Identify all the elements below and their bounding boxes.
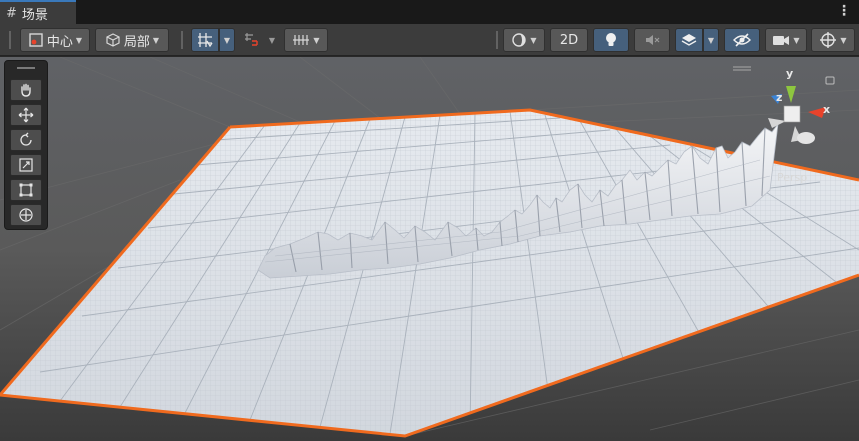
grid-snap-icon [198,33,213,48]
toolbar-grip [9,31,11,49]
chevron-down-icon: ▼ [313,35,320,45]
tab-scene-label: 场景 [21,7,48,23]
transform-tool-icon [19,208,33,222]
pivot-rotation-label: 局部 [123,34,150,50]
effects-layers-icon [681,34,697,46]
rect-tool-button[interactable] [10,179,42,201]
effects-dropdown[interactable]: ▼ [703,28,719,52]
grid-snapping-dropdown[interactable]: ▼ [219,28,235,52]
chevron-down-icon: ▼ [152,35,160,45]
increment-snap-dropdown[interactable]: ▼ [264,28,280,52]
gizmo-x-label: x [823,103,831,116]
chevron-down-icon: ▼ [840,35,847,45]
overlay-grip-icon[interactable] [730,63,754,71]
scene-window: # 场景 ⋮ 中心 ▼ 局部 ▼ ▼ ▼ ▼ ▼ 2D ▼ ▼ ▼ y z x … [0,0,859,441]
cube-icon [106,33,120,47]
hand-tool-icon [21,83,31,97]
audio-muted-icon [646,35,660,45]
more-menu-icon[interactable]: ⋮ [837,3,851,19]
rotate-tool-icon [20,132,32,146]
rect-tool-icon [19,183,33,197]
pivot-mode-dropdown[interactable]: 中心 ▼ [20,28,90,52]
toolbar-grip [496,31,498,49]
shading-mode-icon [512,33,527,47]
grid-icon: # [6,5,17,21]
scene-viewport[interactable]: y z x [0,57,859,441]
grid-snapping-button[interactable] [191,28,219,52]
effects-button[interactable] [675,28,703,52]
chevron-down-icon: ▼ [75,35,83,45]
toggle-2d-label: 2D [559,32,579,48]
increment-snap-icon [245,33,258,46]
projection-label[interactable]: Persp [777,171,807,184]
chevron-down-icon: ▼ [530,35,537,45]
increment-snap-button[interactable] [240,28,264,52]
gizmo-icon [820,32,837,48]
draw-mode-dropdown[interactable]: ▼ [503,28,545,52]
gizmo-y-label: y [786,67,794,80]
scale-tool-button[interactable] [10,154,42,176]
tab-bar: # 场景 ⋮ [0,0,859,24]
hand-tool-button[interactable] [10,79,42,101]
toggle-lighting-button[interactable] [593,28,629,52]
camera-icon [773,36,790,45]
chevron-down-icon: ▼ [793,35,800,45]
move-tool-icon [18,107,34,123]
tab-scene[interactable]: # 场景 [0,0,76,24]
pivot-rotation-dropdown[interactable]: 局部 ▼ [95,28,169,52]
gizmos-dropdown[interactable]: ▼ [811,28,855,52]
move-tool-button[interactable] [10,104,42,126]
hidden-objects-toggle[interactable] [724,28,760,52]
rotate-tool-button[interactable] [10,129,42,151]
lightbulb-icon [606,33,616,46]
grid-visibility-dropdown[interactable]: ▼ [284,28,328,52]
toggle-2d-button[interactable]: 2D [550,28,588,52]
scale-tool-icon [19,158,33,172]
grid-visibility-icon [293,35,310,45]
lock-icon[interactable] [829,75,839,85]
camera-settings-dropdown[interactable]: ▼ [765,28,807,52]
palette-grip[interactable] [17,67,35,69]
transform-tool-button[interactable] [10,204,42,226]
toggle-audio-button[interactable] [634,28,670,52]
gizmo-z-label: z [776,91,783,104]
eye-slash-icon [733,33,751,47]
pivot-icon [29,33,43,47]
scene-toolbar: 中心 ▼ 局部 ▼ ▼ ▼ ▼ ▼ 2D ▼ ▼ ▼ [0,24,859,56]
scene-render [0,57,859,441]
pivot-mode-label: 中心 [46,34,73,50]
tool-palette [4,60,48,230]
toolbar-grip [181,31,183,49]
